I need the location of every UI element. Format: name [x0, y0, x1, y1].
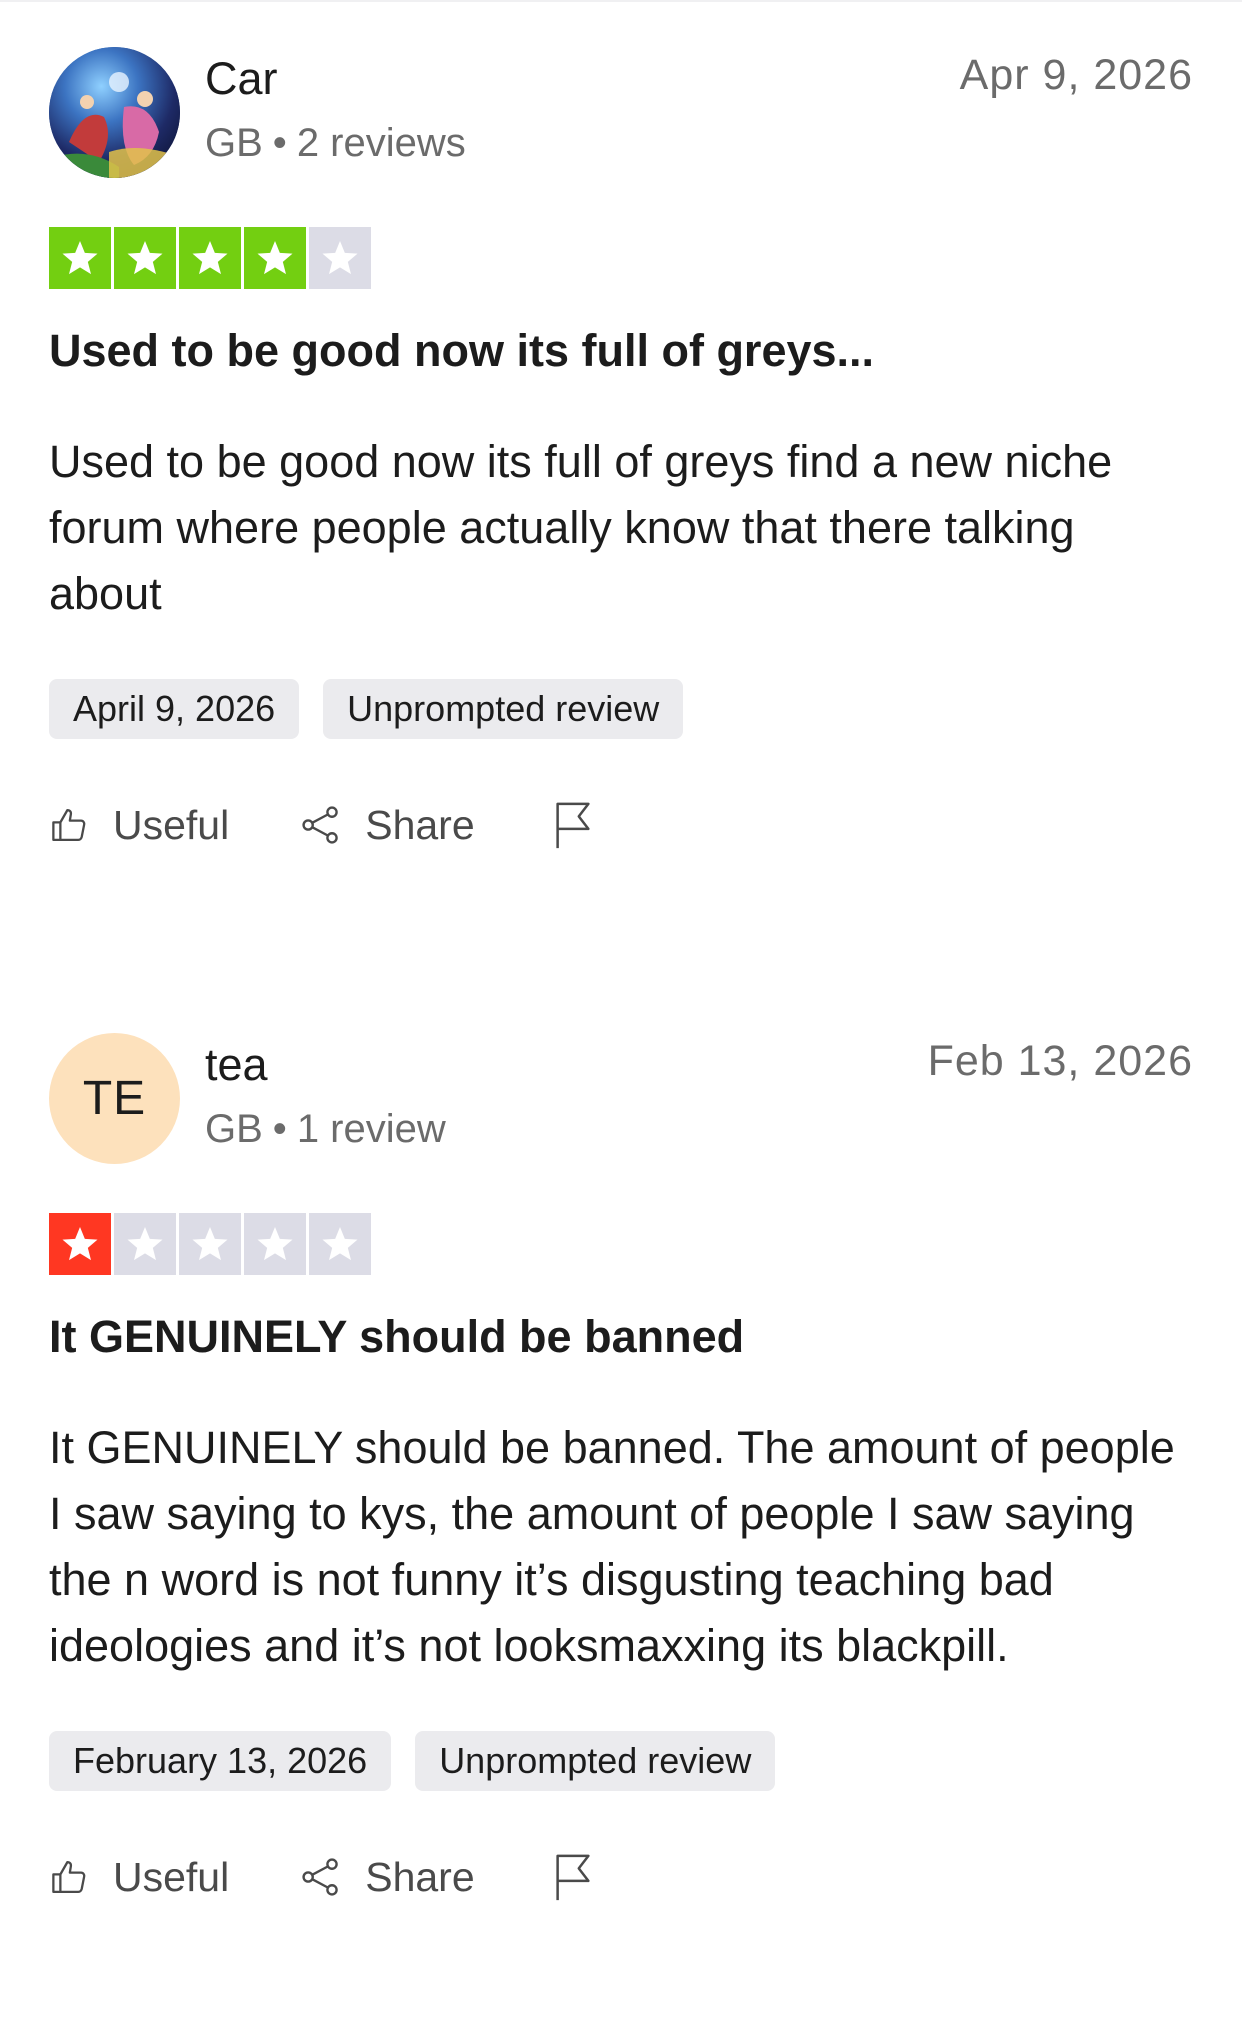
star-empty — [309, 227, 371, 289]
avatar-image — [49, 47, 180, 178]
author-name[interactable]: tea — [205, 1037, 268, 1093]
star-filled — [49, 1213, 111, 1275]
review-date: Apr 9, 2026 — [959, 51, 1193, 99]
star-filled — [179, 227, 241, 289]
star-filled — [114, 227, 176, 289]
review-title[interactable]: It GENUINELY should be banned — [49, 1309, 1193, 1365]
share-icon — [302, 806, 338, 844]
share-icon — [302, 1858, 338, 1896]
meta-separator: • — [272, 1107, 287, 1151]
star-icon — [127, 241, 163, 275]
star-icon — [322, 1227, 358, 1261]
star-icon — [322, 241, 358, 275]
useful-label: Useful — [113, 1853, 230, 1900]
star-icon — [192, 241, 228, 275]
star-filled — [244, 227, 306, 289]
review-source-tag[interactable]: Unprompted review — [415, 1731, 776, 1791]
author-review-count: 2 reviews — [296, 121, 466, 165]
report-button[interactable] — [551, 1852, 595, 1902]
useful-label: Useful — [113, 801, 230, 848]
star-empty — [244, 1213, 306, 1275]
review-card: TE tea GB • 1 review Feb 13, 2026 It GENUI… — [49, 1033, 1193, 1907]
author-name[interactable]: Car — [205, 51, 278, 107]
review-date: Feb 13, 2026 — [927, 1037, 1193, 1085]
review-actions: Useful Share — [49, 1847, 1193, 1907]
author-meta: GB • 1 review — [205, 1104, 446, 1154]
flag-icon — [556, 1854, 590, 1901]
avatar[interactable]: TE — [49, 1033, 180, 1164]
review-tags: February 13, 2026 Unprompted review — [49, 1731, 1193, 1791]
review-body: It GENUINELY should be banned. The amoun… — [49, 1422, 1175, 1671]
star-rating — [49, 1213, 1193, 1275]
review-header: Car GB • 2 reviews Apr 9, 2026 — [49, 47, 1193, 179]
star-icon — [127, 1227, 163, 1261]
share-label: Share — [365, 801, 475, 848]
star-empty — [309, 1213, 371, 1275]
review-body: Used to be good now its full of greys fi… — [49, 436, 1113, 619]
useful-button[interactable]: Useful — [49, 802, 229, 849]
author-country: GB — [205, 121, 263, 165]
useful-button[interactable]: Useful — [49, 1854, 229, 1901]
star-rating — [49, 227, 1193, 289]
date-of-experience-tag: February 13, 2026 — [49, 1731, 392, 1791]
report-button[interactable] — [551, 800, 595, 850]
star-icon — [62, 1227, 98, 1261]
flag-icon — [556, 802, 590, 849]
author-review-count: 1 review — [296, 1107, 446, 1151]
star-icon — [257, 1227, 293, 1261]
meta-separator: • — [272, 121, 287, 165]
date-of-experience-tag: April 9, 2026 — [49, 679, 300, 739]
star-icon — [62, 241, 98, 275]
review-actions: Useful Share — [49, 795, 1193, 855]
star-empty — [114, 1213, 176, 1275]
thumbs-up-icon — [52, 808, 86, 842]
share-button[interactable]: Share — [299, 1853, 475, 1901]
thumbs-up-icon — [52, 1860, 86, 1894]
review-source-tag[interactable]: Unprompted review — [323, 679, 684, 739]
star-filled — [49, 227, 111, 289]
share-button[interactable]: Share — [299, 801, 475, 849]
share-label: Share — [365, 1853, 475, 1900]
avatar[interactable] — [49, 47, 180, 178]
review-card: Car GB • 2 reviews Apr 9, 2026 Used to be … — [49, 47, 1193, 855]
author-meta: GB • 2 reviews — [205, 118, 466, 168]
star-icon — [257, 241, 293, 275]
review-header: TE tea GB • 1 review Feb 13, 2026 — [49, 1033, 1193, 1165]
author-country: GB — [205, 1107, 263, 1151]
star-empty — [179, 1213, 241, 1275]
review-tags: April 9, 2026 Unprompted review — [49, 679, 1193, 739]
star-icon — [192, 1227, 228, 1261]
top-divider — [0, 0, 1242, 2]
review-title[interactable]: Used to be good now its full of greys... — [49, 323, 1193, 379]
